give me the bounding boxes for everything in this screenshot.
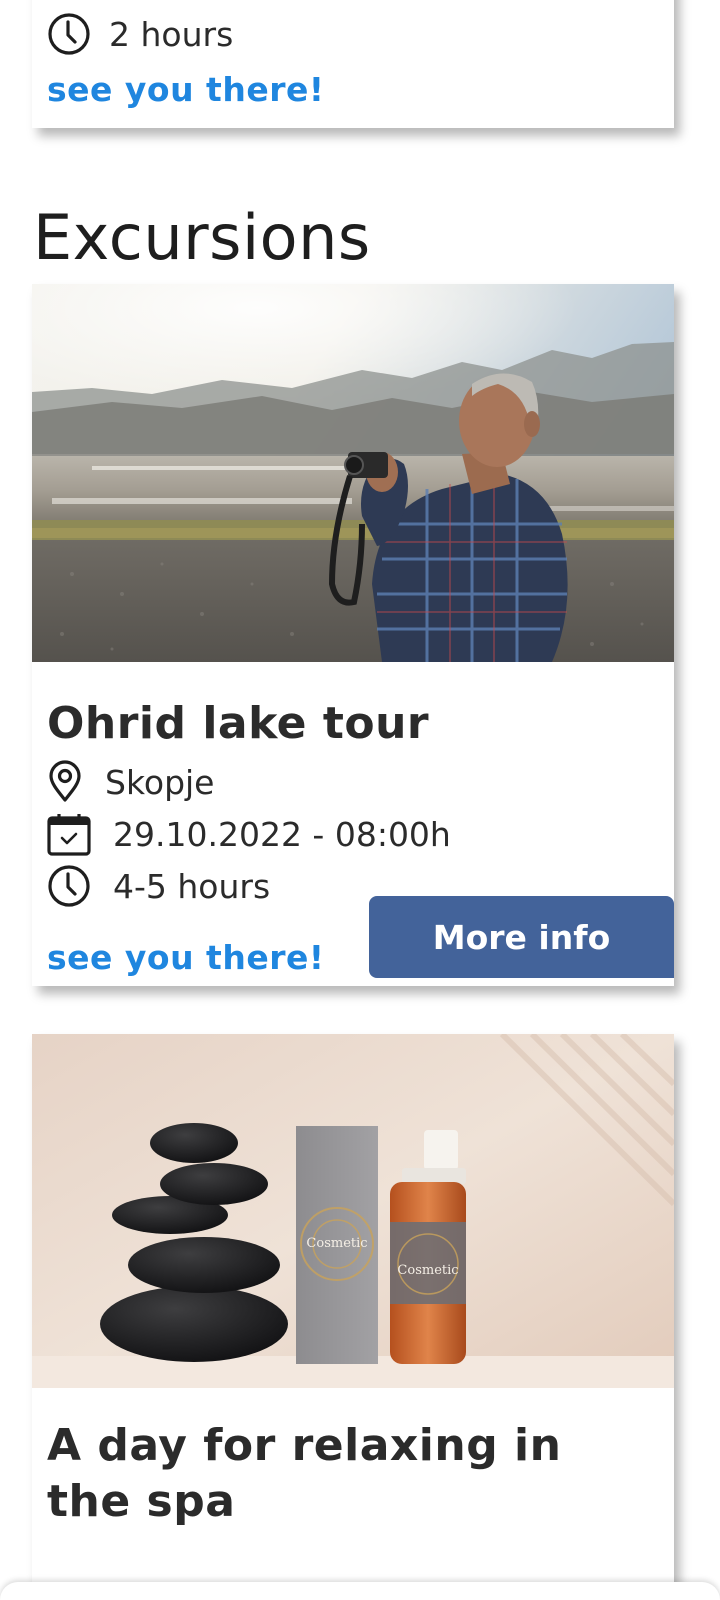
duration-text: 2 hours [109, 14, 234, 54]
location-pin-icon [49, 760, 81, 802]
clock-icon [48, 13, 90, 55]
more-info-button[interactable]: More info [369, 896, 674, 978]
calendar-icon [47, 814, 91, 856]
event-title: A day for relaxing in the spa [47, 1420, 562, 1527]
event-card-excursion[interactable]: Ohrid lake tour Skopje 29.10.2022 - 08:0… [32, 284, 674, 986]
see-you-there-link[interactable]: see you there! [47, 938, 324, 977]
bottom-sheet-edge [0, 1582, 720, 1600]
duration-row: 4-5 hours [47, 864, 270, 908]
section-heading: Excursions [33, 201, 371, 274]
duration-row: 2 hours [47, 12, 233, 56]
spa-stones-photo: Cosmetic Cosmetic [32, 1034, 674, 1388]
event-card-previous[interactable]: 2 hours see you there! [32, 0, 674, 128]
duration-text: 4-5 hours [113, 866, 271, 906]
product-brand-text: Cosmetic [306, 1236, 367, 1251]
see-you-there-link[interactable]: see you there! [47, 70, 324, 109]
product-brand-text: Cosmetic [397, 1263, 458, 1278]
clock-icon [48, 865, 90, 907]
page: 2 hours see you there! Excursions Ohrid … [0, 0, 720, 1600]
event-card-spa[interactable]: Cosmetic Cosmetic A day for relaxing in … [32, 1034, 674, 1600]
event-image [32, 284, 674, 662]
event-image: Cosmetic Cosmetic [32, 1034, 674, 1388]
event-title: Ohrid lake tour [47, 698, 430, 749]
location-row: Skopje [47, 760, 215, 804]
location-text: Skopje [105, 762, 215, 802]
date-row: 29.10.2022 - 08:00h [47, 812, 451, 856]
date-text: 29.10.2022 - 08:00h [113, 814, 451, 854]
photographer-lake-photo [32, 284, 674, 662]
